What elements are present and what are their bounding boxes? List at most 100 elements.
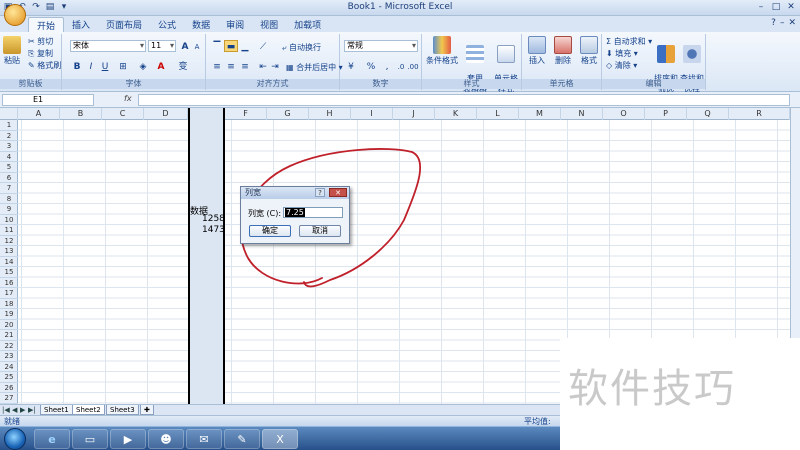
column-header-r[interactable]: R xyxy=(729,108,790,120)
column-width-input[interactable]: 7.25 xyxy=(283,207,343,218)
row-header-14[interactable]: 14 xyxy=(0,257,18,267)
paint-icon[interactable]: ✎ xyxy=(224,429,260,449)
sheet-tab-sheet1[interactable]: Sheet1 xyxy=(40,405,73,415)
excel-icon[interactable]: X xyxy=(262,429,298,449)
currency-button[interactable]: ¥ xyxy=(344,60,358,72)
column-header-c[interactable]: C xyxy=(102,108,144,120)
ribbon-minimize-icon[interactable]: – xyxy=(780,18,785,28)
row-header-19[interactable]: 19 xyxy=(0,309,18,320)
minimize-button[interactable]: – xyxy=(754,1,768,13)
font-color-button[interactable]: A xyxy=(154,60,168,72)
sheet-tab-sheet3[interactable]: Sheet3 xyxy=(106,405,139,415)
tab-page-layout[interactable]: 页面布局 xyxy=(98,17,150,32)
media-player-icon[interactable]: ▶ xyxy=(110,429,146,449)
formula-input[interactable] xyxy=(138,94,790,106)
row-header-22[interactable]: 22 xyxy=(0,341,18,351)
row-header-21[interactable]: 21 xyxy=(0,330,18,341)
align-top-icon[interactable]: ▔ xyxy=(210,40,224,52)
align-bottom-icon[interactable]: ▁ xyxy=(238,40,252,52)
copy-button[interactable]: ⎘ 复制 xyxy=(28,48,53,59)
row-header-16[interactable]: 16 xyxy=(0,278,18,288)
increase-indent-icon[interactable]: ⇥ xyxy=(268,60,282,72)
office-button[interactable] xyxy=(4,4,26,26)
help-icon[interactable]: ? xyxy=(771,18,776,28)
ribbon-close-icon[interactable]: ✕ xyxy=(788,18,796,28)
row-header-17[interactable]: 17 xyxy=(0,288,18,299)
wrap-text-button[interactable]: ⤶ 自动换行 xyxy=(282,42,321,53)
ie-icon[interactable]: e xyxy=(34,429,70,449)
orientation-icon[interactable]: ⟋ xyxy=(256,40,270,52)
corner-select-all[interactable] xyxy=(0,108,18,120)
italic-button[interactable]: I xyxy=(84,60,98,72)
maximize-button[interactable]: □ xyxy=(769,1,783,13)
start-button[interactable] xyxy=(4,428,26,450)
ok-button[interactable]: 确定 xyxy=(249,225,291,237)
column-header-m[interactable]: M xyxy=(519,108,561,120)
row-header-18[interactable]: 18 xyxy=(0,299,18,309)
insert-sheet-icon[interactable]: ✚ xyxy=(140,405,154,415)
font-name-select[interactable]: 宋体 xyxy=(70,40,146,52)
align-middle-icon[interactable]: ▬ xyxy=(224,40,238,52)
border-button[interactable]: ⊞ xyxy=(116,60,130,72)
align-right-icon[interactable]: ≡ xyxy=(238,60,252,72)
align-left-icon[interactable]: ≡ xyxy=(210,60,224,72)
phonetic-button[interactable]: 变 xyxy=(176,60,190,72)
tab-formulas[interactable]: 公式 xyxy=(150,17,184,32)
shrink-font-button[interactable]: A xyxy=(190,40,204,52)
column-header-a[interactable]: A xyxy=(18,108,60,120)
first-sheet-icon[interactable]: |◀ xyxy=(2,406,10,414)
dialog-help-button[interactable]: ? xyxy=(315,188,325,197)
cell-e11[interactable]: 1473 xyxy=(202,225,225,235)
tab-data[interactable]: 数据 xyxy=(184,17,218,32)
row-header-13[interactable]: 13 xyxy=(0,246,18,257)
row-header-25[interactable]: 25 xyxy=(0,372,18,383)
row-header-23[interactable]: 23 xyxy=(0,351,18,362)
autosum-button[interactable]: Σ 自动求和 ▾ xyxy=(606,36,652,47)
outlook-icon[interactable]: ✉ xyxy=(186,429,222,449)
row-header-9[interactable]: 9 xyxy=(0,204,18,215)
cancel-button[interactable]: 取消 xyxy=(299,225,341,237)
column-header-n[interactable]: N xyxy=(561,108,603,120)
row-header-7[interactable]: 7 xyxy=(0,183,18,194)
tab-addins[interactable]: 加载项 xyxy=(286,17,329,32)
column-header-g[interactable]: G xyxy=(267,108,309,120)
tab-review[interactable]: 审阅 xyxy=(218,17,252,32)
folder-icon[interactable]: ▭ xyxy=(72,429,108,449)
column-header-k[interactable]: K xyxy=(435,108,477,120)
format-painter-button[interactable]: ✎ 格式刷 xyxy=(28,60,61,71)
last-sheet-icon[interactable]: ▶| xyxy=(28,406,36,414)
font-size-select[interactable]: 11 xyxy=(148,40,176,52)
column-header-o[interactable]: O xyxy=(603,108,645,120)
column-header-i[interactable]: I xyxy=(351,108,393,120)
column-header-p[interactable]: P xyxy=(645,108,687,120)
tab-insert[interactable]: 插入 xyxy=(64,17,98,32)
merge-center-button[interactable]: ▦ 合并后居中 ▾ xyxy=(286,62,343,73)
paste-button[interactable]: 粘贴 xyxy=(3,36,21,66)
row-header-11[interactable]: 11 xyxy=(0,225,18,236)
name-box[interactable]: E1 xyxy=(2,94,94,106)
row-header-1[interactable]: 1 xyxy=(0,120,18,131)
cell-e10[interactable]: 1258 xyxy=(202,214,225,224)
column-header-j[interactable]: J xyxy=(393,108,435,120)
comma-button[interactable]: , xyxy=(380,60,394,72)
row-header-26[interactable]: 26 xyxy=(0,383,18,393)
percent-button[interactable]: % xyxy=(364,60,378,72)
next-sheet-icon[interactable]: ▶ xyxy=(20,406,25,414)
row-header-10[interactable]: 10 xyxy=(0,215,18,225)
column-header-f[interactable]: F xyxy=(225,108,267,120)
row-header-12[interactable]: 12 xyxy=(0,236,18,246)
row-header-2[interactable]: 2 xyxy=(0,131,18,141)
bold-button[interactable]: B xyxy=(70,60,84,72)
row-header-15[interactable]: 15 xyxy=(0,267,18,278)
row-header-6[interactable]: 6 xyxy=(0,173,18,183)
format-cells-button[interactable]: 格式 xyxy=(578,36,600,66)
number-format-select[interactable]: 常规 xyxy=(344,40,418,52)
column-header-h[interactable]: H xyxy=(309,108,351,120)
insert-cells-button[interactable]: 插入 xyxy=(526,36,548,66)
people-icon[interactable]: ☻ xyxy=(148,429,184,449)
row-header-5[interactable]: 5 xyxy=(0,162,18,173)
cut-button[interactable]: ✂ 剪切 xyxy=(28,36,53,47)
row-header-27[interactable]: 27 xyxy=(0,393,18,404)
fx-icon[interactable]: fx xyxy=(124,94,132,103)
row-header-24[interactable]: 24 xyxy=(0,362,18,372)
